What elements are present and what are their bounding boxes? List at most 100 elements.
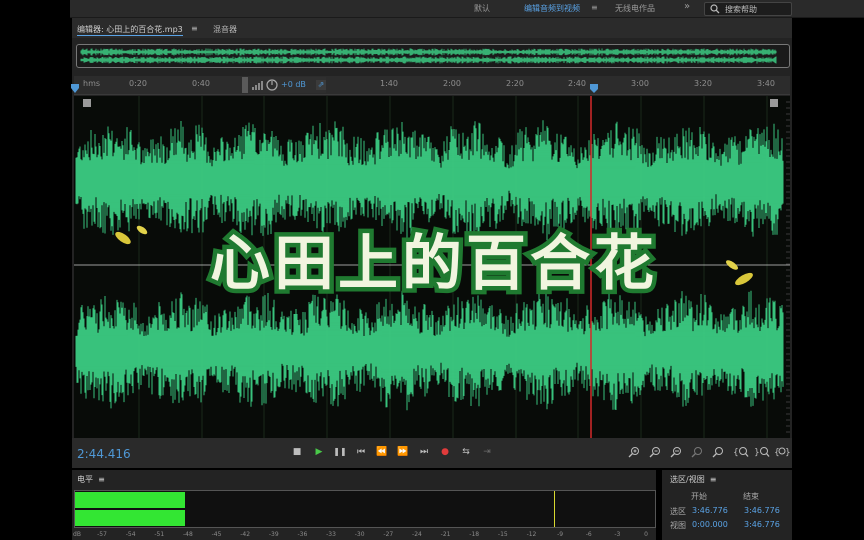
zoom-out-amplitude-icon[interactable]: [649, 446, 661, 458]
level-scale-tick: -3: [614, 531, 621, 538]
zoom-in-left-icon[interactable]: {: [733, 446, 749, 458]
playhead-marker-icon[interactable]: [589, 84, 599, 94]
level-scale-tick: -45: [211, 531, 222, 538]
volume-value[interactable]: +0 dB: [281, 80, 306, 89]
level-scale-tick: -39: [268, 531, 279, 538]
pin-hud-icon[interactable]: ⇗: [316, 80, 326, 90]
level-scale-tick: -12: [526, 531, 537, 538]
view-end-value[interactable]: 3:46.776: [744, 520, 780, 529]
level-meter: [74, 490, 656, 528]
selection-view-header: 选区/视图 ≡: [670, 474, 717, 485]
level-scale-tick: dB: [73, 531, 81, 538]
level-scale-tick: -36: [297, 531, 308, 538]
workspace-edit-audio-to-video[interactable]: 编辑音频到视频: [524, 3, 580, 14]
svg-text:}: }: [785, 448, 790, 458]
ruler-tick: 0:40: [192, 79, 210, 88]
level-scale-tick: -6: [585, 531, 592, 538]
levels-header: 电平 ≡: [77, 474, 105, 485]
selection-row-label: 选区: [670, 507, 686, 516]
stop-button[interactable]: ■: [290, 445, 304, 459]
tab-mixer[interactable]: 混音器: [213, 24, 237, 35]
zoom-full-icon[interactable]: [712, 446, 724, 458]
selection-start-value[interactable]: 3:46.776: [692, 506, 728, 515]
overview-waveform-graphic: [80, 48, 777, 64]
overview-waveform[interactable]: [76, 44, 790, 68]
play-button[interactable]: ▶: [312, 445, 326, 459]
workspace-menu-icon[interactable]: ≡: [591, 3, 598, 12]
svg-text:}: }: [754, 448, 760, 458]
level-scale-tick: -33: [326, 531, 336, 538]
view-start-value[interactable]: 0:00.000: [692, 520, 728, 529]
tab-editor-menu-icon[interactable]: ≡: [191, 24, 198, 33]
level-scale-tick: -54: [125, 531, 136, 538]
column-start-label: 开始: [691, 492, 707, 501]
ruler-tick: 2:40: [568, 79, 586, 88]
levels-panel: 电平 ≡ dB -57 -54 -51 -48 -45 -42 -39 -36 -33 -30 -27…: [72, 470, 656, 540]
level-scale-tick: -57: [97, 531, 107, 538]
search-placeholder: 搜索帮助: [725, 5, 757, 14]
workspace-radio-production[interactable]: 无线电作品: [615, 3, 655, 14]
ruler-unit: hms: [83, 79, 101, 88]
skip-selection-button[interactable]: ⇥: [480, 445, 494, 459]
volume-hud[interactable]: +0 dB ⇗: [242, 77, 326, 93]
sparkle-left-decoration: [115, 225, 148, 245]
peak-indicator: [553, 491, 555, 527]
workspace-default[interactable]: 默认: [474, 3, 490, 14]
level-scale-tick: -48: [182, 531, 193, 538]
title-overlay: 心田上的百合花: [206, 225, 659, 303]
zoom-out-time-icon[interactable]: [691, 446, 703, 458]
title-text: 心田上的百合花: [210, 229, 658, 299]
start-marker-icon[interactable]: [71, 84, 79, 94]
zoom-in-amplitude-icon[interactable]: [628, 446, 640, 458]
left-strip: [0, 0, 70, 540]
ruler-tick: 1:40: [380, 79, 398, 88]
level-scale-tick: -9: [557, 531, 564, 538]
level-scale-tick: -27: [383, 531, 394, 538]
ruler-tick: 0:20: [129, 79, 147, 88]
level-scale-tick: -30: [354, 531, 365, 538]
selection-view-panel: 选区/视图 ≡ 开始 结束 选区 3:46.776 3:46.776 视图 0:…: [662, 470, 792, 540]
column-end-label: 结束: [743, 492, 759, 501]
zoom-selection-icon[interactable]: {}: [774, 446, 790, 458]
fade-out-handle-icon: [770, 99, 778, 107]
search-help-field[interactable]: 搜索帮助: [704, 2, 792, 16]
svg-text:{: {: [733, 448, 739, 458]
sparkle-right-decoration: [726, 260, 753, 286]
timeline-ruler[interactable]: hms 0:20 0:40 +0 dB ⇗ 1:40 2:00 2:20 2:4…: [71, 76, 790, 95]
ruler-tick: 3:00: [631, 79, 649, 88]
fade-in-handle-icon: [83, 99, 91, 107]
selection-view-menu-icon[interactable]: ≡: [710, 475, 717, 484]
record-button[interactable]: ●: [438, 445, 452, 459]
skip-end-button[interactable]: ⏭: [417, 445, 431, 459]
level-meter-left: [75, 492, 186, 508]
levels-menu-icon[interactable]: ≡: [98, 475, 105, 484]
loop-button[interactable]: ⇆: [459, 445, 473, 459]
selection-view-title: 选区/视图: [670, 475, 705, 484]
level-meter-right: [75, 510, 186, 526]
fast-forward-button[interactable]: ⏩: [396, 445, 410, 459]
level-scale-tick: -42: [240, 531, 251, 538]
volume-hud-grip-icon[interactable]: [242, 77, 248, 93]
ruler-tick: 2:00: [443, 79, 461, 88]
level-scale-tick: 0: [644, 531, 648, 538]
level-scale-tick: -18: [469, 531, 480, 538]
more-workspaces-icon[interactable]: »: [684, 1, 690, 12]
level-scale-tick: -24: [412, 531, 422, 538]
workspace-bar: 默认 编辑音频到视频 ≡ 无线电作品 » 搜索帮助: [70, 0, 864, 18]
rewind-button[interactable]: ⏪: [375, 445, 389, 459]
overview-path: [80, 48, 777, 64]
current-time-display[interactable]: 2:44.416: [77, 447, 131, 461]
selection-end-value[interactable]: 3:46.776: [744, 506, 780, 515]
skip-start-button[interactable]: ⏮: [354, 445, 368, 459]
levels-title: 电平: [77, 475, 93, 484]
editor-tabs: 编辑器: 心田上的百合花.mp3 ≡ 混音器: [72, 18, 792, 38]
ruler-tick: 2:20: [506, 79, 524, 88]
ruler-tick: 3:40: [757, 79, 775, 88]
zoom-in-right-icon[interactable]: }: [754, 446, 770, 458]
view-row-label: 视图: [670, 521, 686, 530]
level-bars-icon: [252, 81, 263, 90]
volume-knob-icon[interactable]: [266, 79, 278, 91]
zoom-in-time-icon[interactable]: [670, 446, 682, 458]
pause-button[interactable]: ❚❚: [333, 445, 347, 459]
tab-editor[interactable]: 编辑器: 心田上的百合花.mp3: [77, 24, 183, 36]
